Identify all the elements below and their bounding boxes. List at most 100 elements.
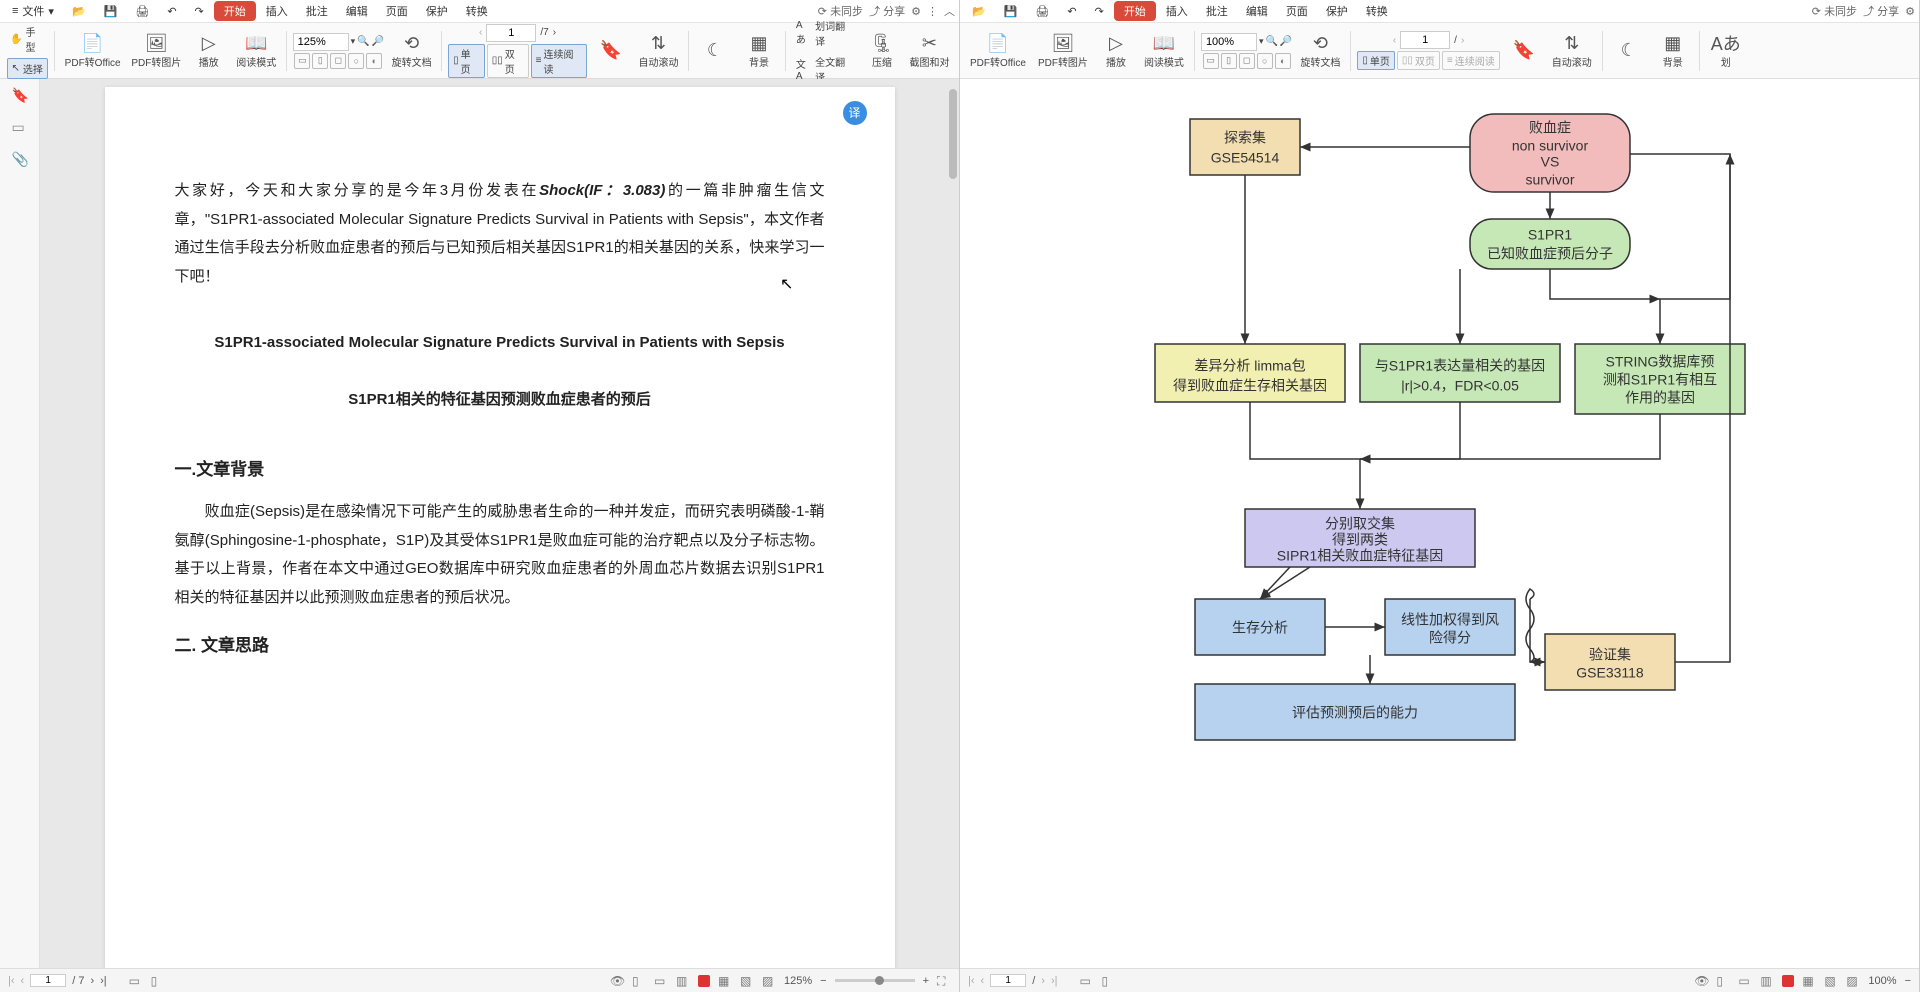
prev-page-icon-r[interactable]: ‹ — [1393, 35, 1396, 46]
prev-page-icon2[interactable]: ‹ — [21, 975, 25, 987]
pdf2img-btn-r[interactable]: 🖼PDF转图片 — [1034, 30, 1092, 71]
compress-btn[interactable]: 🗜压缩 — [862, 30, 902, 71]
fit1-icon-r[interactable]: ▭ — [1203, 53, 1219, 69]
single-view[interactable]: ▯单页 — [448, 44, 485, 78]
first-page-icon[interactable]: |‹ — [8, 975, 15, 987]
redo-icon-r[interactable]: ↷ — [1087, 3, 1112, 20]
pdf2img-btn[interactable]: 🖼PDF转图片 — [128, 30, 185, 71]
zoom-out-btn-r[interactable]: − — [1905, 975, 1911, 987]
more-icon[interactable]: ⋮ — [927, 5, 938, 18]
single-view-r[interactable]: ▯单页 — [1357, 51, 1395, 70]
hand-tool[interactable]: ✋手型 — [6, 22, 48, 56]
fit5-icon[interactable]: ◐ — [366, 53, 382, 69]
play-btn[interactable]: ▷播放 — [189, 30, 229, 71]
gear-icon-r[interactable]: ⚙ — [1905, 5, 1915, 18]
view1-icon-r[interactable]: ▯ — [1716, 974, 1730, 988]
view2-icon[interactable]: ▭ — [654, 974, 668, 988]
zoom-select-r[interactable] — [1201, 33, 1257, 51]
status-page-input[interactable] — [30, 974, 66, 987]
view3-icon[interactable]: ▥ — [676, 974, 690, 988]
redo-icon[interactable]: ↷ — [187, 3, 212, 20]
protect-tab-r[interactable]: 保护 — [1318, 1, 1356, 21]
view3-icon-r[interactable]: ▥ — [1760, 974, 1774, 988]
rotate-btn[interactable]: ⟲旋转文档 — [388, 30, 435, 71]
status-ic1[interactable]: ▭ — [129, 974, 143, 988]
zoom-out-icon-r[interactable]: 🔎 — [1280, 36, 1292, 47]
undo-icon-r[interactable]: ↶ — [1059, 3, 1084, 20]
status-page-input-r[interactable] — [990, 974, 1026, 987]
insert-tab-r[interactable]: 插入 — [1158, 1, 1196, 21]
next-page-icon-r[interactable]: › — [1461, 35, 1464, 46]
next-page-icon[interactable]: › — [553, 27, 556, 38]
prev-page-icon2-r[interactable]: ‹ — [981, 975, 985, 987]
page-input[interactable] — [486, 24, 536, 42]
save-icon[interactable]: 💾 — [96, 3, 126, 20]
double-view[interactable]: ▯▯双页 — [487, 44, 529, 78]
zoom-out-icon[interactable]: 🔎 — [372, 36, 384, 47]
grid1-icon[interactable]: ▦ — [718, 974, 732, 988]
rotate-btn-r[interactable]: ⟲旋转文档 — [1296, 30, 1344, 71]
fit4-icon-r[interactable]: ○ — [1257, 53, 1273, 69]
start-tab-r[interactable]: 开始 — [1114, 1, 1156, 21]
grid1-icon-r[interactable]: ▦ — [1802, 974, 1816, 988]
flow-canvas[interactable]: 探索集 GSE54514 败血症 non survivor VS survivo… — [960, 79, 1919, 968]
prev-page-icon[interactable]: ‹ — [479, 27, 482, 38]
pdf2office-btn[interactable]: 📄PDF转Office — [61, 30, 124, 71]
double-view-r[interactable]: ▯▯双页 — [1397, 51, 1440, 70]
sync-status-r[interactable]: ⟳ 未同步 — [1812, 3, 1857, 19]
readmode-btn-r[interactable]: 📖阅读模式 — [1140, 30, 1188, 71]
fit3-icon-r[interactable]: ◻ — [1239, 53, 1255, 69]
share-btn-r[interactable]: ⤴ 分享 — [1863, 3, 1899, 19]
fullscreen-icon[interactable]: ⛶ — [937, 974, 951, 988]
view2-icon-r[interactable]: ▭ — [1738, 974, 1752, 988]
zoom-slider[interactable] — [835, 979, 915, 982]
zoom-out-btn[interactable]: − — [820, 975, 826, 987]
scrollbar[interactable] — [947, 79, 957, 968]
translate-badge-icon[interactable]: 译 — [843, 101, 867, 125]
autoscroll-btn[interactable]: ⇅自动滚动 — [635, 30, 682, 71]
fit1-icon[interactable]: ▭ — [294, 53, 310, 69]
convert-tab[interactable]: 转换 — [458, 1, 496, 21]
open-icon-r[interactable]: 📂 — [964, 3, 994, 20]
fit2-icon-r[interactable]: ▯ — [1221, 53, 1237, 69]
record-icon[interactable] — [698, 975, 710, 987]
grid2-icon-r[interactable]: ▧ — [1824, 974, 1838, 988]
file-menu[interactable]: ≡ 文件 ▾ — [4, 1, 62, 21]
eye-icon-r[interactable]: 👁 — [1694, 974, 1708, 988]
status-ic1-r[interactable]: ▭ — [1079, 974, 1093, 988]
fit3-icon[interactable]: ◻ — [330, 53, 346, 69]
page-tab[interactable]: 页面 — [378, 1, 416, 21]
share-btn[interactable]: ⤴ 分享 — [869, 3, 905, 19]
background-btn-r[interactable]: ▦背景 — [1653, 30, 1693, 71]
fit5-icon-r[interactable]: ◐ — [1275, 53, 1291, 69]
last-page-icon-r[interactable]: ›| — [1051, 975, 1058, 987]
undo-icon[interactable]: ↶ — [159, 3, 184, 20]
page-input-r[interactable] — [1400, 31, 1450, 49]
zoom-dropdown-icon-r[interactable]: ▾ — [1259, 36, 1264, 47]
save-icon-r[interactable]: 💾 — [996, 3, 1026, 20]
comment-tab[interactable]: 批注 — [298, 1, 336, 21]
open-icon[interactable]: 📂 — [64, 3, 94, 20]
continuous-view[interactable]: ≡连续阅读 — [531, 44, 587, 78]
snap-btn[interactable]: ✂截图和对 — [906, 30, 953, 71]
protect-tab[interactable]: 保护 — [418, 1, 456, 21]
play-btn-r[interactable]: ▷播放 — [1096, 30, 1136, 71]
autoscroll-btn-r[interactable]: ⇅自动滚动 — [1548, 30, 1596, 71]
next-page-icon2[interactable]: › — [90, 975, 94, 987]
status-ic2[interactable]: ▯ — [151, 974, 165, 988]
night-btn[interactable]: ☾ — [695, 38, 735, 64]
print-icon[interactable]: 🖨 — [127, 3, 157, 20]
attach-sidebar-icon[interactable]: 📎 — [12, 151, 28, 167]
dict-btn-r[interactable]: Aあ划 — [1706, 30, 1746, 71]
page-tab-r[interactable]: 页面 — [1278, 1, 1316, 21]
dict-btn[interactable]: Aあ划词翻译 — [792, 16, 858, 50]
zoom-select[interactable] — [293, 33, 349, 51]
night-btn-r[interactable]: ☾ — [1609, 38, 1649, 64]
bookmark-btn-r[interactable]: 🔖 — [1504, 38, 1544, 64]
gear-icon[interactable]: ⚙ — [911, 5, 921, 18]
start-tab[interactable]: 开始 — [214, 1, 256, 21]
zoom-dropdown-icon[interactable]: ▾ — [351, 36, 356, 47]
continuous-view-r[interactable]: ≡连续阅读 — [1442, 51, 1500, 70]
edit-tab[interactable]: 编辑 — [338, 1, 376, 21]
record-icon-r[interactable] — [1782, 975, 1794, 987]
